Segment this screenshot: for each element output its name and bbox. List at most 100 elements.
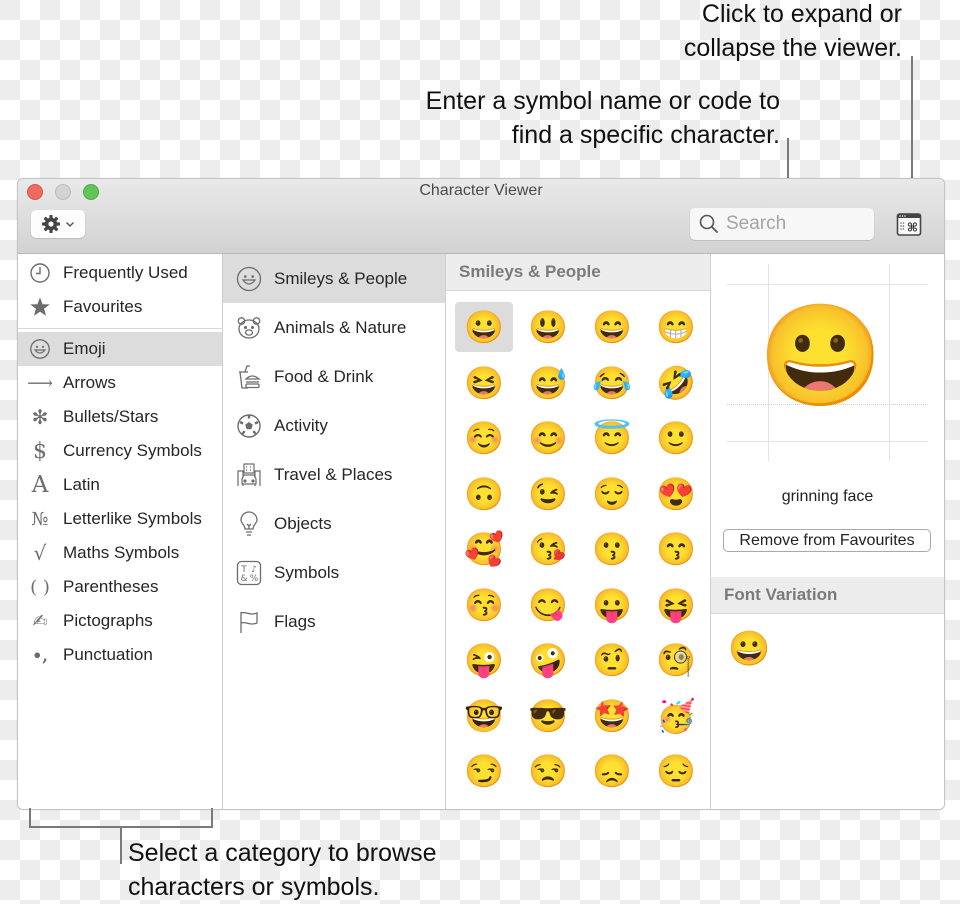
guide-line <box>727 284 928 285</box>
category-label: Food & Drink <box>274 366 374 386</box>
category-flags[interactable]: Flags <box>223 597 445 646</box>
category-label: Symbols <box>274 562 340 582</box>
font-variation-item[interactable]: 😀 <box>728 632 770 666</box>
sidebar-item-pictographs[interactable]: ✍ Pictographs <box>18 604 222 638</box>
sidebar-item-parentheses[interactable]: ( ) Parentheses <box>18 570 222 604</box>
emoji-cell[interactable]: 😁 <box>647 302 705 352</box>
emoji-cell[interactable]: 😎 <box>519 691 577 741</box>
emoji-cell[interactable]: 😔 <box>647 746 705 796</box>
sidebar-item-letterlike-symbols[interactable]: № Letterlike Symbols <box>18 502 222 536</box>
search-icon <box>699 214 718 233</box>
emoji-cell[interactable]: 😒 <box>519 746 577 796</box>
category-label: Objects <box>274 513 332 533</box>
sidebar-item-frequently-used[interactable]: Frequently Used <box>18 256 222 290</box>
emoji-cell[interactable]: 🤩 <box>583 691 641 741</box>
emoji-cell[interactable]: 🤨 <box>583 635 641 685</box>
emoji-cell[interactable]: 😍 <box>647 469 705 519</box>
emoji-cell[interactable]: 😅 <box>519 358 577 408</box>
remove-from-favourites-button[interactable]: Remove from Favourites <box>723 529 931 552</box>
asterisk-icon: ✻ <box>31 405 49 429</box>
burger-drink-icon <box>235 363 263 391</box>
sidebar-item-label: Bullets/Stars <box>63 407 159 426</box>
sidebar-item-emoji[interactable]: Emoji <box>18 332 222 366</box>
character-name: grinning face <box>781 488 874 505</box>
category-label: Smileys & People <box>274 268 408 288</box>
emoji-cell[interactable]: 🙃 <box>455 469 513 519</box>
category-food-drink[interactable]: Food & Drink <box>223 352 445 401</box>
dollar-icon: $ <box>33 438 47 464</box>
expand-collapse-viewer-button[interactable]: ⌘ <box>896 212 922 238</box>
emoji-cell[interactable]: 😃 <box>519 302 577 352</box>
toolbar: Character Viewer Search ⌘ <box>18 179 944 254</box>
emoji-cell[interactable]: 😛 <box>583 580 641 630</box>
soccer-ball-icon <box>235 412 263 440</box>
sidebar-item-punctuation[interactable]: •, Punctuation <box>18 638 222 672</box>
numero-icon: № <box>31 508 49 530</box>
category-label: Animals & Nature <box>274 317 407 337</box>
sidebar-item-bullets-stars[interactable]: ✻ Bullets/Stars <box>18 400 222 434</box>
symbols-icon: T ♪ &% <box>235 559 263 587</box>
emoji-cell[interactable]: 😜 <box>455 635 513 685</box>
sidebar-item-label: Emoji <box>63 339 106 358</box>
emoji-cell[interactable]: 🤣 <box>647 358 705 408</box>
emoji-cell[interactable]: 😊 <box>519 413 577 463</box>
emoji-cell[interactable]: 😞 <box>583 746 641 796</box>
sidebar-item-favourites[interactable]: Favourites <box>18 290 222 324</box>
callout-category-bracket <box>211 808 213 828</box>
category-sidebar: Frequently Used Favourites Emoji ⟶ Arrow… <box>18 254 223 809</box>
latin-a-icon: A <box>31 472 49 498</box>
smiley-icon <box>28 337 52 361</box>
sidebar-item-latin[interactable]: A Latin <box>18 468 222 502</box>
search-field[interactable] <box>690 208 874 240</box>
svg-text:%: % <box>250 574 259 584</box>
star-icon <box>28 295 52 319</box>
emoji-cell[interactable]: 😌 <box>583 469 641 519</box>
action-menu-button[interactable] <box>31 210 85 238</box>
sidebar-item-label: Latin <box>63 475 100 494</box>
category-smileys-people[interactable]: Smileys & People <box>223 254 445 303</box>
emoji-category-list: Smileys & People Animals & Nature Food &… <box>223 254 446 809</box>
guide-line <box>889 264 890 461</box>
emoji-cell[interactable]: 🧐 <box>647 635 705 685</box>
emoji-cell[interactable]: 😘 <box>519 524 577 574</box>
font-variation-header: Font Variation <box>711 577 944 614</box>
emoji-cell[interactable]: 😇 <box>583 413 641 463</box>
emoji-cell[interactable]: 😗 <box>583 524 641 574</box>
callout-category-bracket <box>29 808 31 828</box>
category-symbols[interactable]: T ♪ &% Symbols <box>223 548 445 597</box>
emoji-cell[interactable]: 😙 <box>647 524 705 574</box>
callout-category-leader <box>120 828 122 864</box>
category-label: Activity <box>274 415 328 435</box>
emoji-cell[interactable]: 😄 <box>583 302 641 352</box>
emoji-cell[interactable]: 😂 <box>583 358 641 408</box>
emoji-cell[interactable]: 🤪 <box>519 635 577 685</box>
sidebar-item-label: Frequently Used <box>63 263 188 282</box>
emoji-cell[interactable]: 😆 <box>455 358 513 408</box>
emoji-cell[interactable]: 😋 <box>519 580 577 630</box>
emoji-cell[interactable]: 😉 <box>519 469 577 519</box>
chevron-down-icon <box>66 221 74 227</box>
sidebar-item-label: Parentheses <box>63 577 159 596</box>
emoji-cell[interactable]: 🤓 <box>455 691 513 741</box>
emoji-cell[interactable]: 🥳 <box>647 691 705 741</box>
emoji-cell[interactable]: 😚 <box>455 580 513 630</box>
category-label: Flags <box>274 611 316 631</box>
emoji-cell[interactable]: 🥰 <box>455 524 513 574</box>
emoji-cell[interactable]: 😝 <box>647 580 705 630</box>
emoji-cell[interactable]: 🙂 <box>647 413 705 463</box>
category-activity[interactable]: Activity <box>223 401 445 450</box>
sidebar-item-arrows[interactable]: ⟶ Arrows <box>18 366 222 400</box>
emoji-cell[interactable]: ☺️ <box>455 413 513 463</box>
callout-search: Enter a symbol name or code to find a sp… <box>425 87 780 149</box>
emoji-cell[interactable]: 😀 <box>455 302 513 352</box>
category-objects[interactable]: Objects <box>223 499 445 548</box>
category-travel-places[interactable]: Travel & Places <box>223 450 445 499</box>
flag-icon <box>235 608 263 636</box>
bear-icon <box>235 314 263 342</box>
sidebar-item-maths-symbols[interactable]: √ Maths Symbols <box>18 536 222 570</box>
category-animals-nature[interactable]: Animals & Nature <box>223 303 445 352</box>
svg-text:⌘: ⌘ <box>907 221 918 235</box>
emoji-cell[interactable]: 😏 <box>455 746 513 796</box>
search-input[interactable] <box>726 213 866 235</box>
sidebar-item-currency-symbols[interactable]: $ Currency Symbols <box>18 434 222 468</box>
